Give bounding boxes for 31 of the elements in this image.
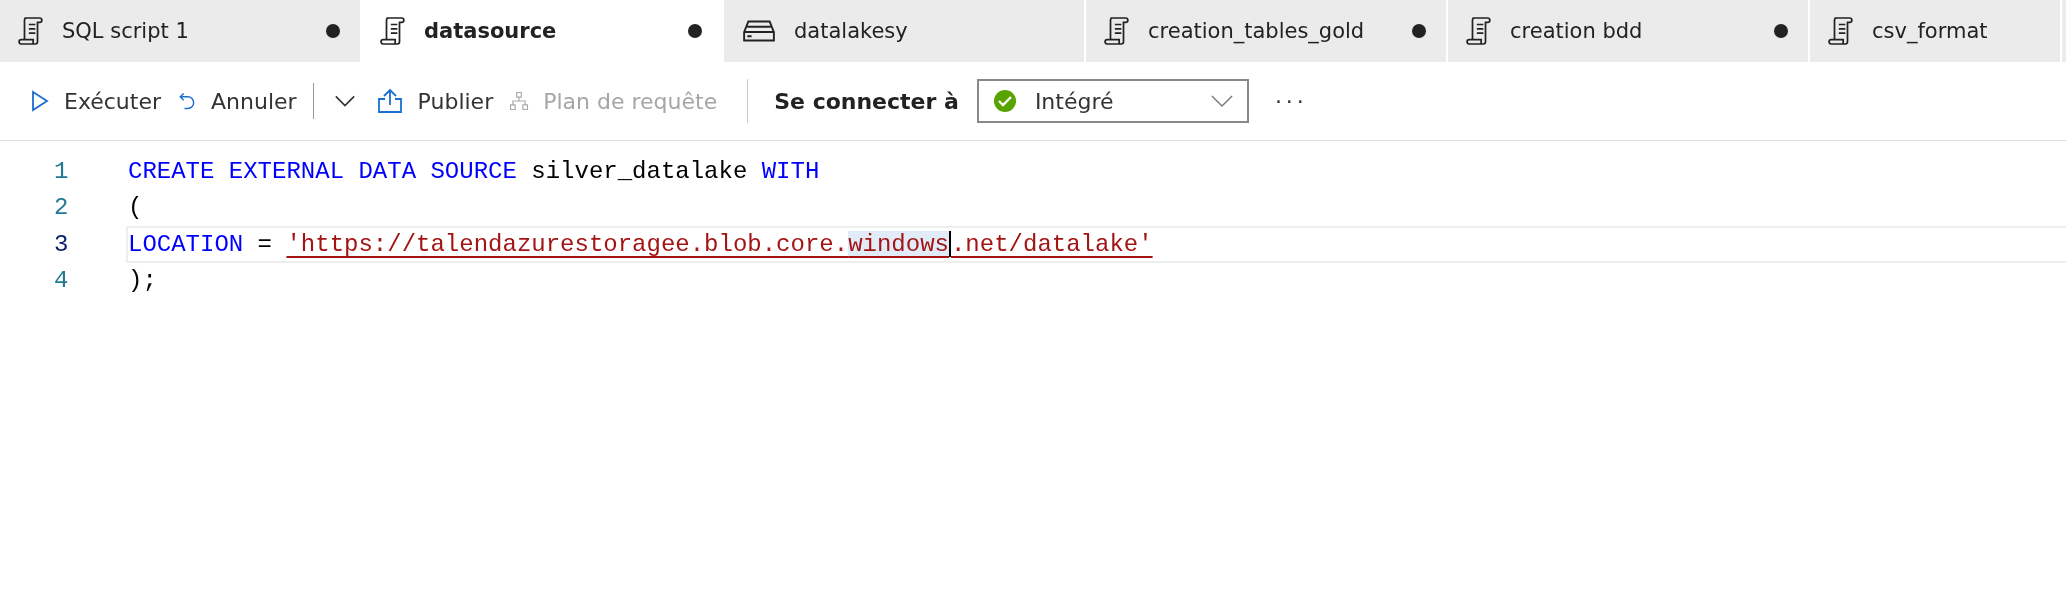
chevron-down-icon bbox=[333, 94, 356, 108]
caret-icon bbox=[1210, 94, 1233, 108]
run-button[interactable]: Exécuter bbox=[30, 82, 172, 120]
more-button[interactable]: ··· bbox=[1274, 82, 1318, 120]
publish-button[interactable]: Publier bbox=[375, 81, 504, 121]
connection-dropdown[interactable]: Intégré bbox=[976, 79, 1249, 123]
line-number: 2 bbox=[53, 194, 70, 222]
script-icon bbox=[18, 15, 44, 47]
undo-button[interactable]: Annuler bbox=[177, 82, 307, 120]
script-icon bbox=[1104, 15, 1130, 47]
line-number: 1 bbox=[53, 157, 70, 185]
code-line: LOCATION = 'https://talendazurestoragee.blob.core.windows.net/datalake' bbox=[128, 230, 1153, 258]
editor-tab[interactable]: creation bdd bbox=[1448, 0, 1810, 62]
check-icon bbox=[992, 89, 1017, 113]
code-line: ); bbox=[128, 267, 157, 295]
script-icon bbox=[1828, 15, 1854, 47]
drive-icon bbox=[742, 18, 776, 44]
upload-icon bbox=[375, 87, 404, 115]
line-number: 3 bbox=[53, 230, 70, 258]
editor-tab[interactable]: creation_tables_gold bbox=[1086, 0, 1448, 62]
code-line: CREATE EXTERNAL DATA SOURCE silver_datalake WITH bbox=[128, 157, 820, 185]
connect-label: Se connecter à bbox=[774, 88, 959, 114]
hierarchy-icon bbox=[509, 89, 530, 113]
line-number: 4 bbox=[53, 267, 70, 295]
editor-tab[interactable]: datasource bbox=[362, 0, 724, 62]
play-icon bbox=[30, 89, 50, 113]
code-line: ( bbox=[128, 194, 143, 222]
editor-tab[interactable]: csv_format bbox=[1810, 0, 2062, 62]
script-icon bbox=[1466, 15, 1492, 47]
script-icon bbox=[380, 15, 406, 47]
editor-tab[interactable]: datalakesy bbox=[724, 0, 1086, 62]
